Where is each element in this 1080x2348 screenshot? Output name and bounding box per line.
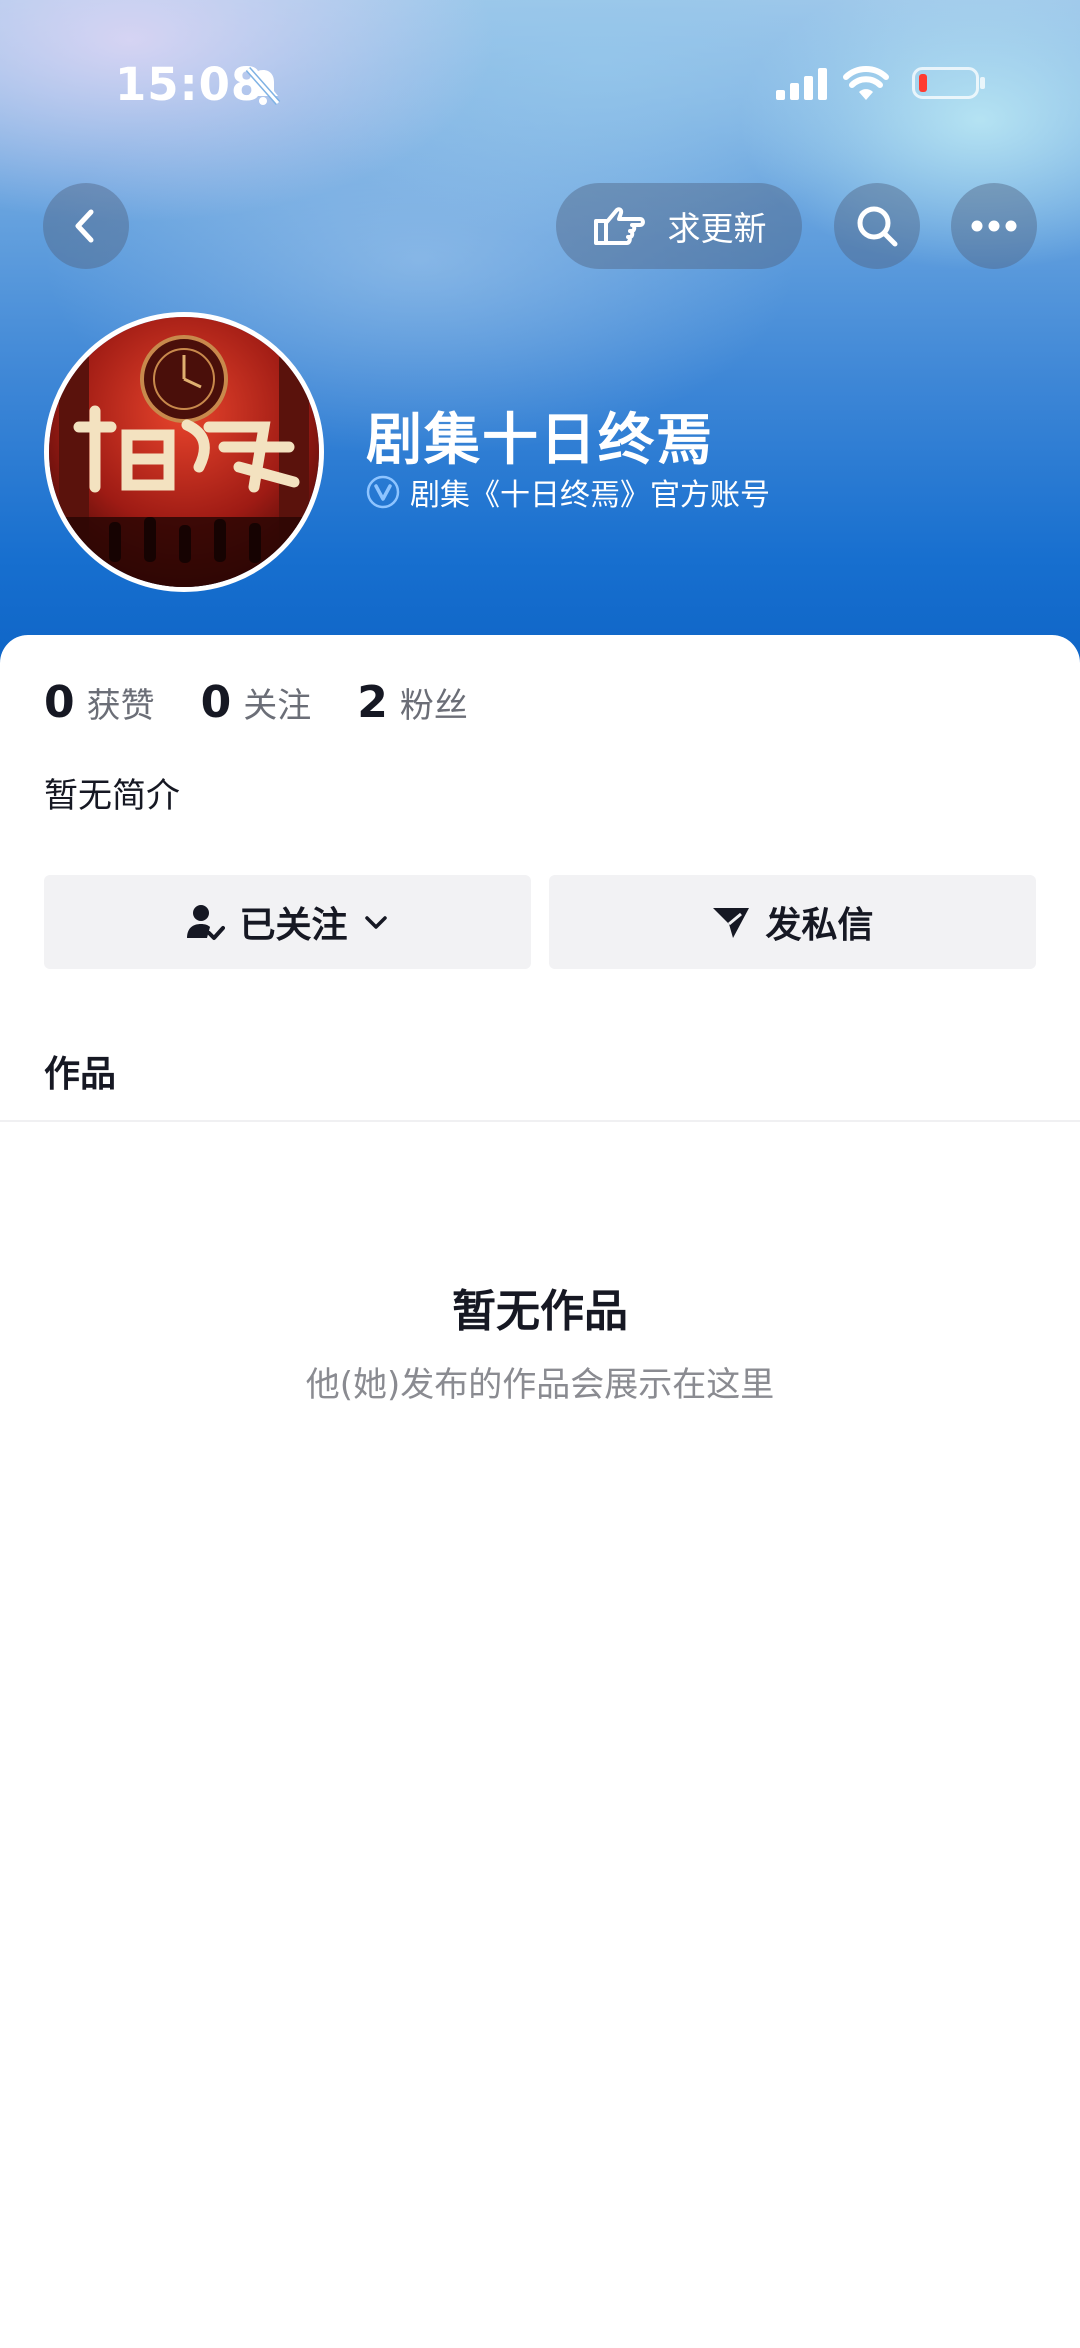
chevron-left-icon (75, 209, 94, 243)
request-update-button[interactable]: 求更新 (556, 183, 802, 269)
stats-row: 0 获赞 0 关注 2 粉丝 (44, 677, 514, 728)
stat-following-value: 0 (200, 677, 232, 728)
back-button[interactable] (43, 183, 129, 269)
verified-text: 剧集《十日终焉》官方账号 (410, 478, 770, 513)
stat-likes-value: 0 (44, 677, 75, 728)
stat-likes-label: 获赞 (86, 686, 155, 726)
profile-name: 剧集十日终焉 (366, 408, 714, 473)
more-button[interactable] (951, 183, 1037, 269)
status-bar: 15:08 (0, 58, 1080, 118)
tab-works[interactable]: 作品 (44, 1045, 116, 1097)
cellular-signal-icon (776, 68, 827, 100)
chevron-down-icon (364, 916, 387, 929)
verified-row: 剧集《十日终焉》官方账号 (366, 470, 770, 514)
profile-content-card: 0 获赞 0 关注 2 粉丝 暂无简介 已关注 发私信 作品 暂无作品 他(她)… (0, 635, 1080, 2348)
stat-followers[interactable]: 2 粉丝 (357, 677, 468, 728)
divider (0, 1120, 1080, 1122)
avatar-poster-image (49, 317, 319, 587)
silent-bell-icon (245, 67, 281, 105)
pointing-hand-icon (593, 207, 645, 245)
stat-followers-label: 粉丝 (399, 686, 468, 726)
stat-likes[interactable]: 0 获赞 (44, 677, 155, 728)
request-update-label: 求更新 (667, 209, 767, 248)
stat-following-label: 关注 (243, 686, 312, 726)
empty-state-subtitle: 他(她)发布的作品会展示在这里 (305, 1365, 775, 1405)
wifi-icon (843, 66, 889, 100)
status-time: 15:08 (115, 58, 264, 111)
avatar[interactable] (44, 312, 324, 592)
search-icon (857, 206, 898, 247)
search-button[interactable] (834, 183, 920, 269)
send-message-label: 发私信 (765, 905, 874, 946)
following-label: 已关注 (239, 905, 348, 946)
verified-badge-icon (366, 475, 400, 509)
more-horizontal-icon (971, 220, 1017, 232)
following-button[interactable]: 已关注 (44, 875, 531, 969)
battery-icon (912, 67, 985, 99)
user-check-icon (187, 905, 226, 940)
stat-followers-value: 2 (357, 677, 388, 728)
bio-text: 暂无简介 (44, 776, 180, 816)
profile-header: 15:08 求更新 剧集十日终焉 剧集《十日终焉》官方账号 (0, 0, 1080, 700)
send-message-icon (713, 908, 750, 938)
stat-following[interactable]: 0 关注 (201, 677, 312, 728)
empty-state-title: 暂无作品 (452, 1286, 628, 1337)
send-message-button[interactable]: 发私信 (549, 875, 1036, 969)
